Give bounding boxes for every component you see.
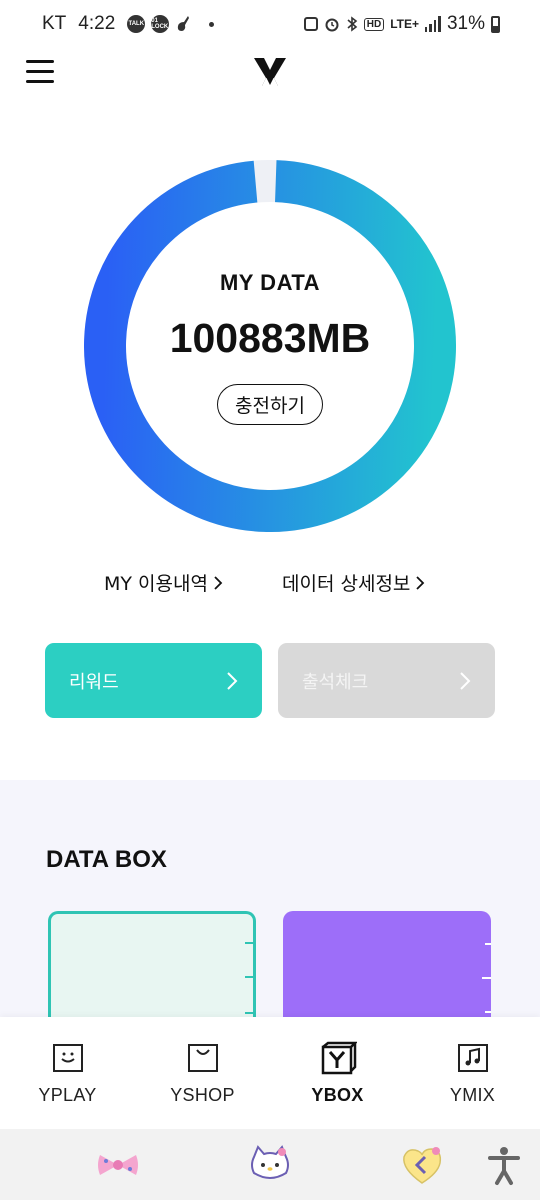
- carrier-label: KT: [42, 13, 67, 34]
- status-right: HD LTE+ 31%: [303, 13, 500, 35]
- y-logo-icon[interactable]: [252, 54, 288, 90]
- bow-icon[interactable]: [94, 1141, 142, 1189]
- battery-percent: 31%: [446, 13, 485, 34]
- nav-label-yplay: YPLAY: [38, 1085, 97, 1105]
- charge-button[interactable]: 충전하기: [217, 384, 323, 425]
- nav-tab-yplay[interactable]: YPLAY: [0, 1017, 135, 1129]
- my-usage-link[interactable]: MY 이용내역: [104, 569, 224, 596]
- data-box-section: DATA BOX: [0, 780, 540, 1041]
- alarm-icon: [325, 18, 339, 32]
- nav-label-yshop: YSHOP: [170, 1085, 235, 1105]
- bluetooth-icon: [347, 16, 358, 32]
- data-detail-label: 데이터 상세정보: [282, 573, 411, 595]
- guitar-icon: [178, 16, 190, 31]
- chevron-right-icon: [460, 671, 471, 690]
- hd-voice-icon: HD: [363, 17, 385, 31]
- lock-app-icon: 01 LOCK: [151, 15, 170, 33]
- bottom-navigation: YPLAY YSHOP YBOX YMIX: [0, 1017, 540, 1129]
- play-box-icon: [52, 1044, 83, 1072]
- battery-icon: [491, 15, 500, 33]
- back-heart-icon[interactable]: [398, 1141, 446, 1189]
- data-box-title: DATA BOX: [46, 846, 167, 873]
- status-bar: KT 4:22 TALK 01 LOCK HD LTE+ 31%: [0, 0, 540, 48]
- music-note-icon: [457, 1044, 488, 1072]
- hello-kitty-icon[interactable]: [246, 1141, 294, 1189]
- nav-label-ybox: YBOX: [311, 1085, 364, 1105]
- clock: 4:22: [78, 13, 116, 34]
- accessibility-icon[interactable]: [482, 1141, 526, 1189]
- nav-label-ymix: YMIX: [449, 1085, 496, 1105]
- reward-button[interactable]: 리워드: [45, 643, 262, 718]
- vpn-icon: [303, 17, 318, 31]
- hamburger-icon[interactable]: [26, 57, 54, 85]
- card-scale: [243, 942, 253, 1022]
- card-scale: [481, 939, 491, 1019]
- attendance-label: 출석체크: [302, 671, 369, 693]
- my-usage-label: MY 이용내역: [104, 573, 208, 595]
- network-type: LTE+: [390, 17, 419, 31]
- chevron-right-icon: [214, 575, 223, 590]
- data-amount: 100883MB: [169, 315, 371, 361]
- nav-tab-yshop[interactable]: YSHOP: [135, 1017, 270, 1129]
- nav-tab-ymix[interactable]: YMIX: [405, 1017, 540, 1129]
- data-title: MY DATA: [219, 270, 321, 295]
- more-notifications-dot: [209, 21, 215, 27]
- status-left: KT 4:22 TALK 01 LOCK: [42, 13, 215, 35]
- kakaotalk-icon: TALK: [127, 15, 146, 33]
- data-gauge: MY DATA 100883MB 충전하기: [84, 160, 456, 532]
- attendance-button[interactable]: 출석체크: [278, 643, 495, 718]
- data-detail-link[interactable]: 데이터 상세정보: [282, 569, 426, 596]
- chevron-right-icon: [416, 575, 425, 590]
- nav-tab-ybox[interactable]: YBOX: [270, 1017, 405, 1129]
- shop-bag-icon: [187, 1044, 218, 1072]
- chevron-right-icon: [227, 671, 238, 690]
- ybox-icon: [321, 1041, 357, 1075]
- signal-icon: [424, 16, 441, 32]
- system-navigation-bar: [0, 1129, 540, 1200]
- reward-label: 리워드: [69, 671, 119, 693]
